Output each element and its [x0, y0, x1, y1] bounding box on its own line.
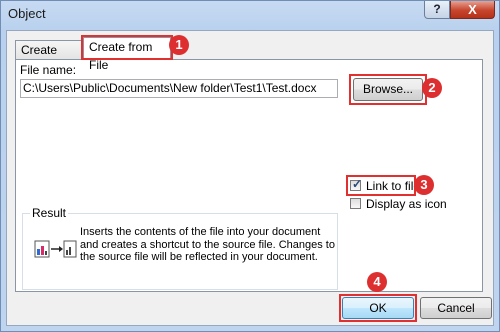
cancel-button[interactable]: Cancel [420, 297, 492, 319]
check-icon: ✓ [352, 177, 363, 191]
object-dialog: Object ? X Create New Create from File 1… [0, 0, 500, 332]
linked-document-icon [34, 239, 78, 262]
display-as-icon-checkbox[interactable]: Display as icon [350, 197, 447, 212]
file-name-input[interactable]: C:\Users\Public\Documents\New folder\Tes… [20, 79, 338, 98]
dialog-title: Object [8, 6, 46, 21]
tab-create-new[interactable]: Create New [15, 40, 83, 75]
result-description: Inserts the contents of the file into yo… [80, 226, 335, 263]
annotation-badge-4: 4 [367, 272, 387, 292]
result-label: Result [30, 206, 69, 220]
help-button[interactable]: ? [424, 1, 450, 19]
annotation-badge-2: 2 [422, 78, 442, 98]
close-button[interactable]: X [450, 1, 495, 19]
browse-button[interactable]: Browse... [353, 78, 423, 101]
result-group: Result Inserts the contents of the file … [22, 206, 338, 290]
file-name-label: File name: [20, 63, 77, 77]
tab-create-from-file[interactable]: Create from File [83, 37, 171, 72]
checkbox-box [350, 198, 361, 209]
link-to-file-label: Link to file [366, 179, 421, 193]
title-bar: Object ? X [1, 1, 499, 29]
ok-button[interactable]: OK [342, 297, 414, 319]
create-from-file-panel: File name: C:\Users\Public\Documents\New… [15, 59, 483, 292]
annotation-badge-1: 1 [169, 35, 189, 55]
close-icon: X [468, 2, 477, 17]
dialog-body: Create New Create from File 1 File name:… [6, 30, 494, 326]
checkbox-box: ✓ [350, 177, 363, 191]
display-as-icon-label: Display as icon [366, 197, 447, 211]
annotation-badge-3: 3 [414, 175, 434, 195]
